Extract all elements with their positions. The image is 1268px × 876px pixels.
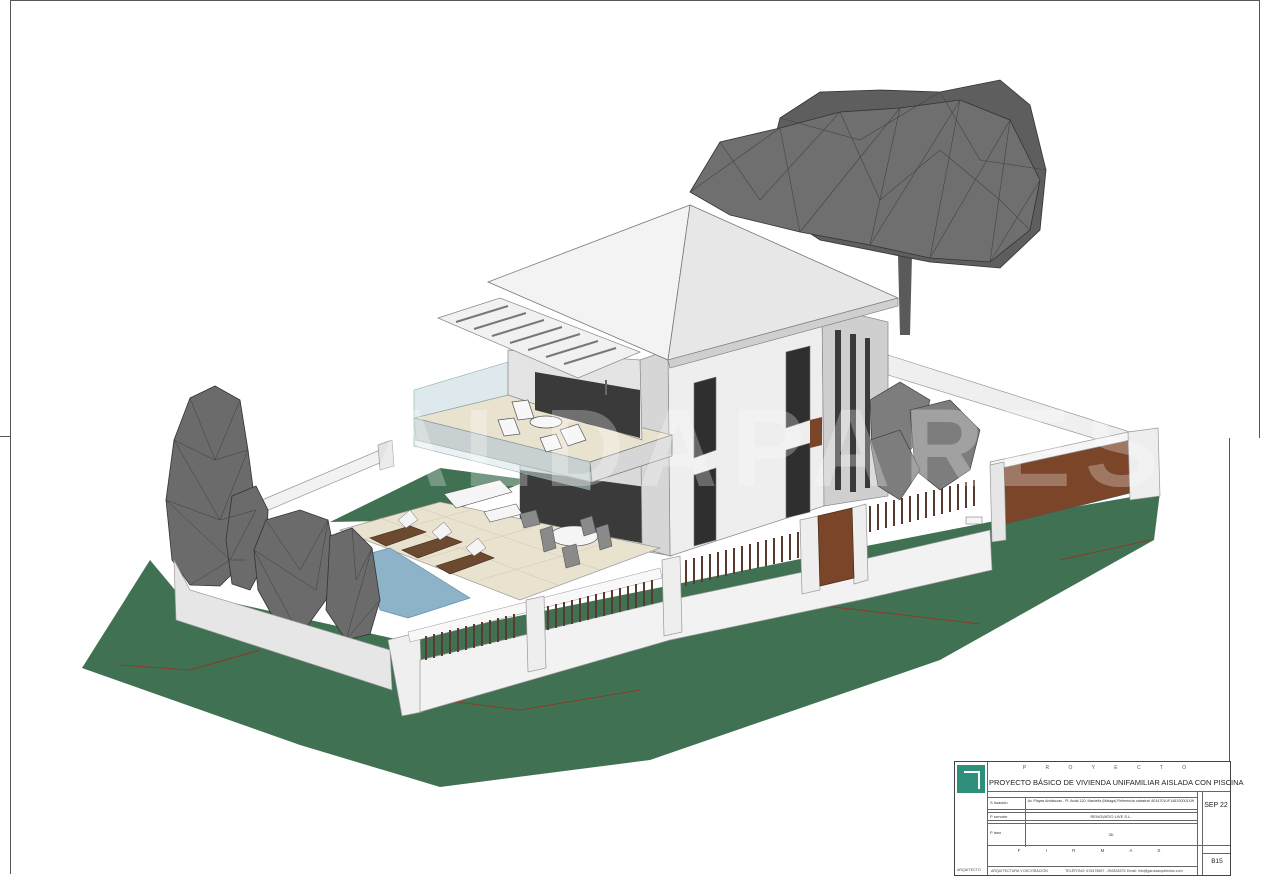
footer-firm: ARQUITECTURA Y DECORACIÓN (991, 869, 1048, 873)
situation-label: S ituación (990, 800, 1008, 805)
title-divider (987, 812, 1197, 813)
title-divider (987, 809, 1197, 810)
pine-trunk (898, 255, 912, 335)
project-title: PROYECTO BÁSICO DE VIVIENDA UNIFAMILIAR … (989, 778, 1244, 787)
promoter-value: RENOVATIO LIVE S.L. (1090, 814, 1132, 819)
title-divider (987, 823, 1197, 824)
title-divider (987, 845, 1230, 846)
mailbox (965, 516, 983, 525)
architect-label: ARQUITECTO (957, 868, 981, 872)
title-divider (987, 797, 1197, 798)
title-divider (987, 866, 1197, 867)
title-divider (987, 762, 988, 875)
situation-value: Av. Playas Andaluzas - Pl. Ardal 120, Ma… (1027, 799, 1195, 803)
promoter-label: P romotor (990, 814, 1008, 819)
title-divider (987, 820, 1197, 821)
project-heading: P R O Y E C T O (1022, 765, 1196, 771)
watermark-text: ALDAPARES (370, 387, 1173, 510)
drawing-value: 3D (1108, 832, 1114, 837)
back-boundary-wall (261, 449, 383, 513)
sheet-number: B15 (1211, 858, 1223, 865)
footer-email: Email: info@garciaarquitectos.com (1127, 869, 1183, 873)
title-divider (987, 791, 1230, 792)
drawing-date: SEP 22 (1204, 802, 1228, 809)
title-divider (1202, 791, 1203, 875)
architect-logo-icon (957, 765, 985, 793)
title-block: P R O Y E C T O PROYECTO BÁSICO DE VIVIE… (954, 761, 1244, 876)
entrance-door (817, 507, 855, 587)
title-divider (1197, 791, 1198, 875)
title-divider (1025, 797, 1026, 847)
signatures-heading: F I R M A S (1017, 848, 1173, 853)
title-divider (1202, 853, 1230, 854)
drawing-sheet: ALDAPARES P R O Y E C T O PROYECTO BÁSIC… (0, 0, 1268, 876)
footer-phone: TELÉFONO: 678475697 - 952834575 (1065, 869, 1126, 873)
drawing-label: P lano (990, 830, 1002, 835)
